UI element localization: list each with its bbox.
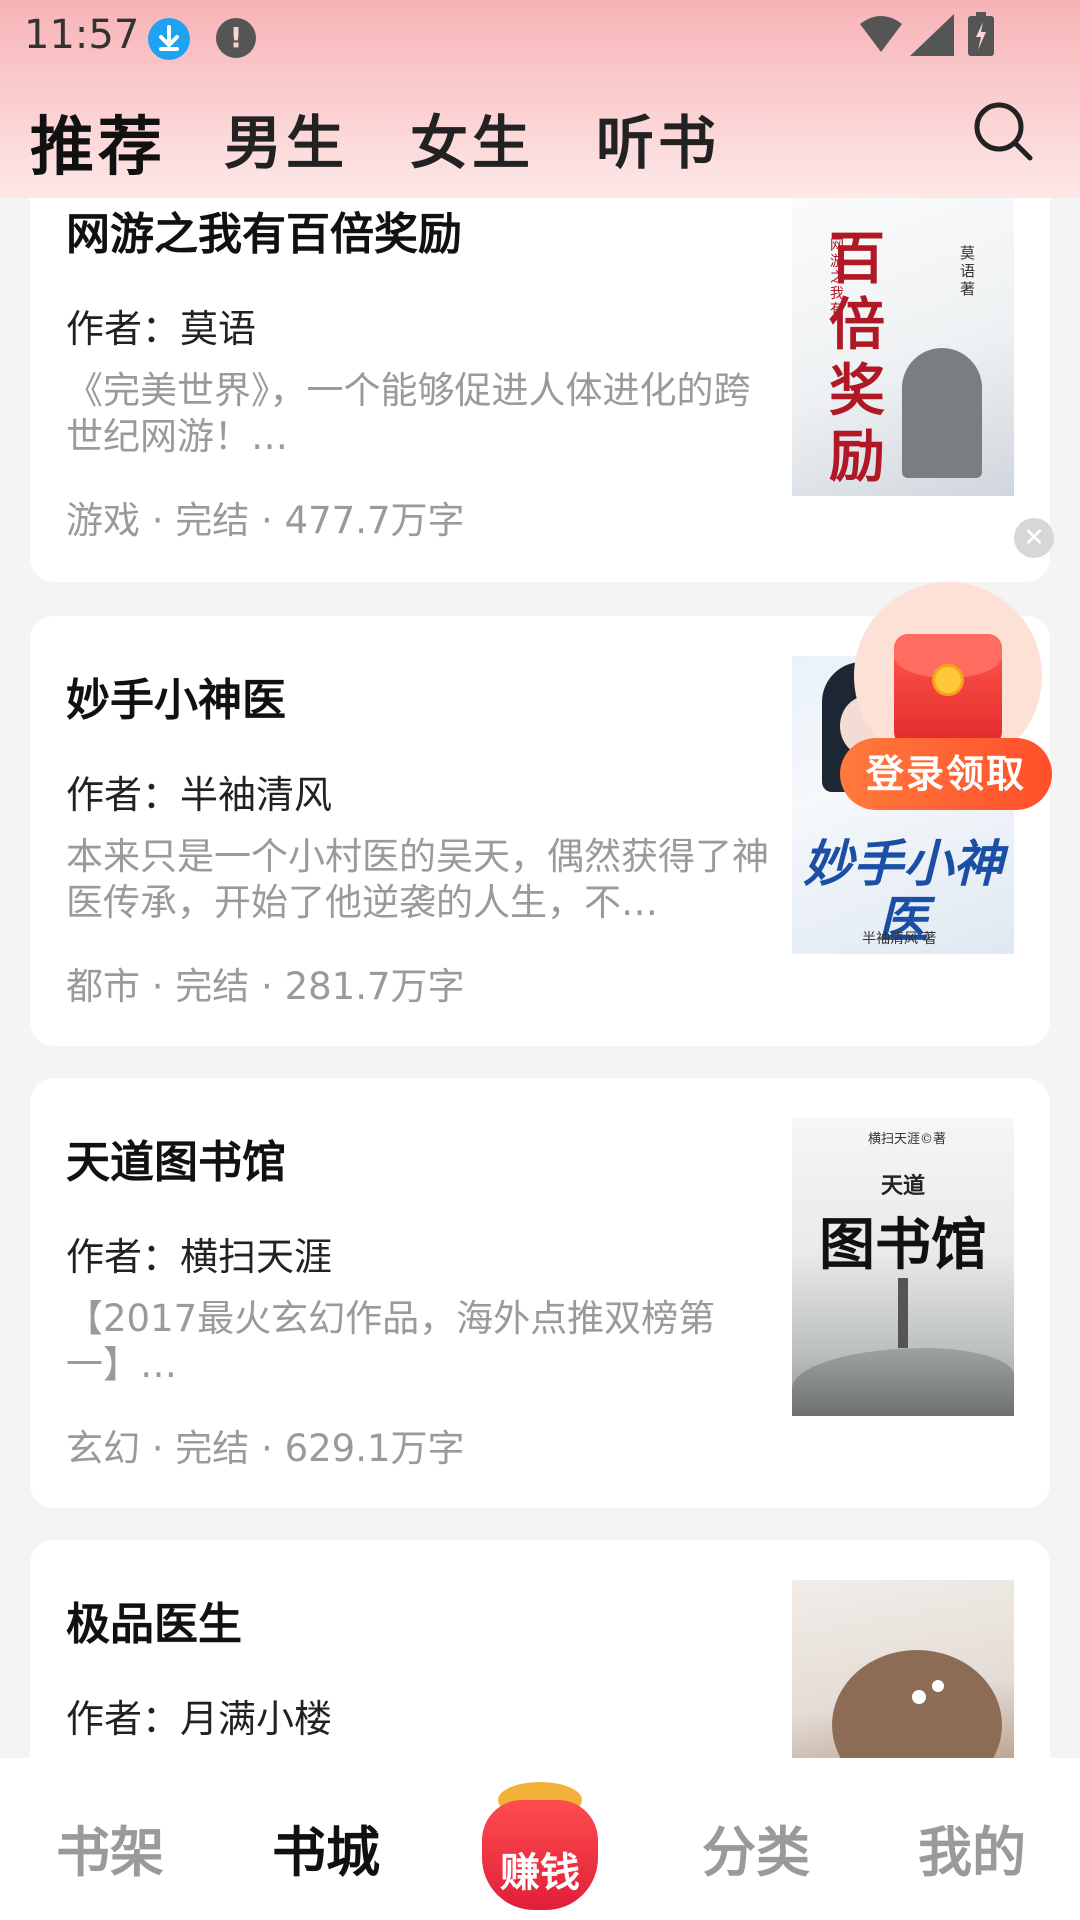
book-feed[interactable]: 网游之我有百倍奖励 作者：莫语 《完美世界》，一个能够促进人体进化的跨世纪网游！… <box>0 198 1080 1758</box>
top-tabs: 推荐 男生 女生 听书 <box>0 96 1080 185</box>
book-author: 作者：月满小楼 <box>66 1697 333 1741</box>
book-description: 本来只是一个小村医的吴天，偶然获得了神医传承，开始了他逆袭的人生，不… <box>66 835 769 924</box>
search-icon <box>974 102 1033 161</box>
cover-author: 半袖清风 著 <box>862 931 937 947</box>
wifi-icon <box>860 16 902 52</box>
cover-author: 莫语 著 <box>960 244 976 298</box>
cover-title: 图书馆 <box>819 1212 987 1278</box>
nav-earn-money[interactable]: 赚钱 <box>470 1778 610 1918</box>
cover-title: 百倍奖励 <box>829 226 885 490</box>
cover-author: 横扫天涯©著 <box>868 1132 947 1147</box>
book-meta: 游戏 · 完结 · 477.7万字 <box>66 499 465 542</box>
status-time: 11:57 <box>24 12 140 58</box>
download-icon <box>148 18 190 60</box>
book-card[interactable]: 极品医生 作者：月满小楼 <box>30 1540 1050 1758</box>
nav-earn-label: 赚钱 <box>500 1850 580 1896</box>
cover-subtitle: 网游之我有 <box>830 238 844 318</box>
bottom-nav: 书架 书城 赚钱 分类 我的 <box>0 1758 1080 1920</box>
book-author: 作者：半袖清风 <box>66 773 333 817</box>
book-cover[interactable]: 横扫天涯©著 天道 图书馆 <box>792 1118 1014 1416</box>
book-cover[interactable] <box>792 1580 1014 1758</box>
book-description: 【2017最火玄幻作品，海外点推双榜第一】… <box>66 1297 716 1386</box>
header-area: 11:57 ! 推荐 男生 女生 听书 <box>0 0 1080 198</box>
tab-female[interactable]: 女生 <box>410 96 534 180</box>
tab-recommend[interactable]: 推荐 <box>30 96 166 188</box>
close-icon[interactable]: ✕ <box>1014 518 1054 558</box>
login-claim-button[interactable]: 登录领取 <box>840 738 1052 810</box>
cover-top-text: 天道 <box>880 1173 925 1199</box>
nav-category[interactable]: 分类 <box>686 1808 826 1887</box>
tab-male[interactable]: 男生 <box>224 96 348 180</box>
red-envelope-icon <box>894 634 1002 746</box>
book-description: 《完美世界》，一个能够促进人体进化的跨世纪网游！… <box>66 369 751 458</box>
nav-bookstore[interactable]: 书城 <box>256 1808 396 1887</box>
status-bar: 11:57 ! <box>0 0 1080 72</box>
book-meta: 都市 · 完结 · 281.7万字 <box>66 965 465 1008</box>
book-title: 网游之我有百倍奖励 <box>66 209 462 260</box>
book-meta: 玄幻 · 完结 · 629.1万字 <box>66 1427 465 1470</box>
tab-audiobook[interactable]: 听书 <box>596 96 720 180</box>
nav-me[interactable]: 我的 <box>902 1808 1042 1887</box>
battery-icon <box>968 12 994 56</box>
red-envelope-promo[interactable]: 登录领取 <box>840 582 1056 812</box>
search-button[interactable] <box>972 100 1036 164</box>
nav-bookshelf[interactable]: 书架 <box>40 1808 180 1887</box>
book-card[interactable]: 网游之我有百倍奖励 作者：莫语 《完美世界》，一个能够促进人体进化的跨世纪网游！… <box>30 198 1050 582</box>
book-cover[interactable]: 百倍奖励 网游之我有 莫语 著 <box>792 198 1014 496</box>
signal-icon <box>910 14 954 56</box>
book-title: 极品医生 <box>66 1599 242 1650</box>
book-card[interactable]: 天道图书馆 作者：横扫天涯 【2017最火玄幻作品，海外点推双榜第一】… 玄幻 … <box>30 1078 1050 1508</box>
book-title: 妙手小神医 <box>66 675 286 726</box>
alert-icon: ! <box>216 18 256 58</box>
book-author: 作者：莫语 <box>66 307 257 351</box>
book-title: 天道图书馆 <box>66 1137 286 1188</box>
book-author: 作者：横扫天涯 <box>66 1235 333 1279</box>
